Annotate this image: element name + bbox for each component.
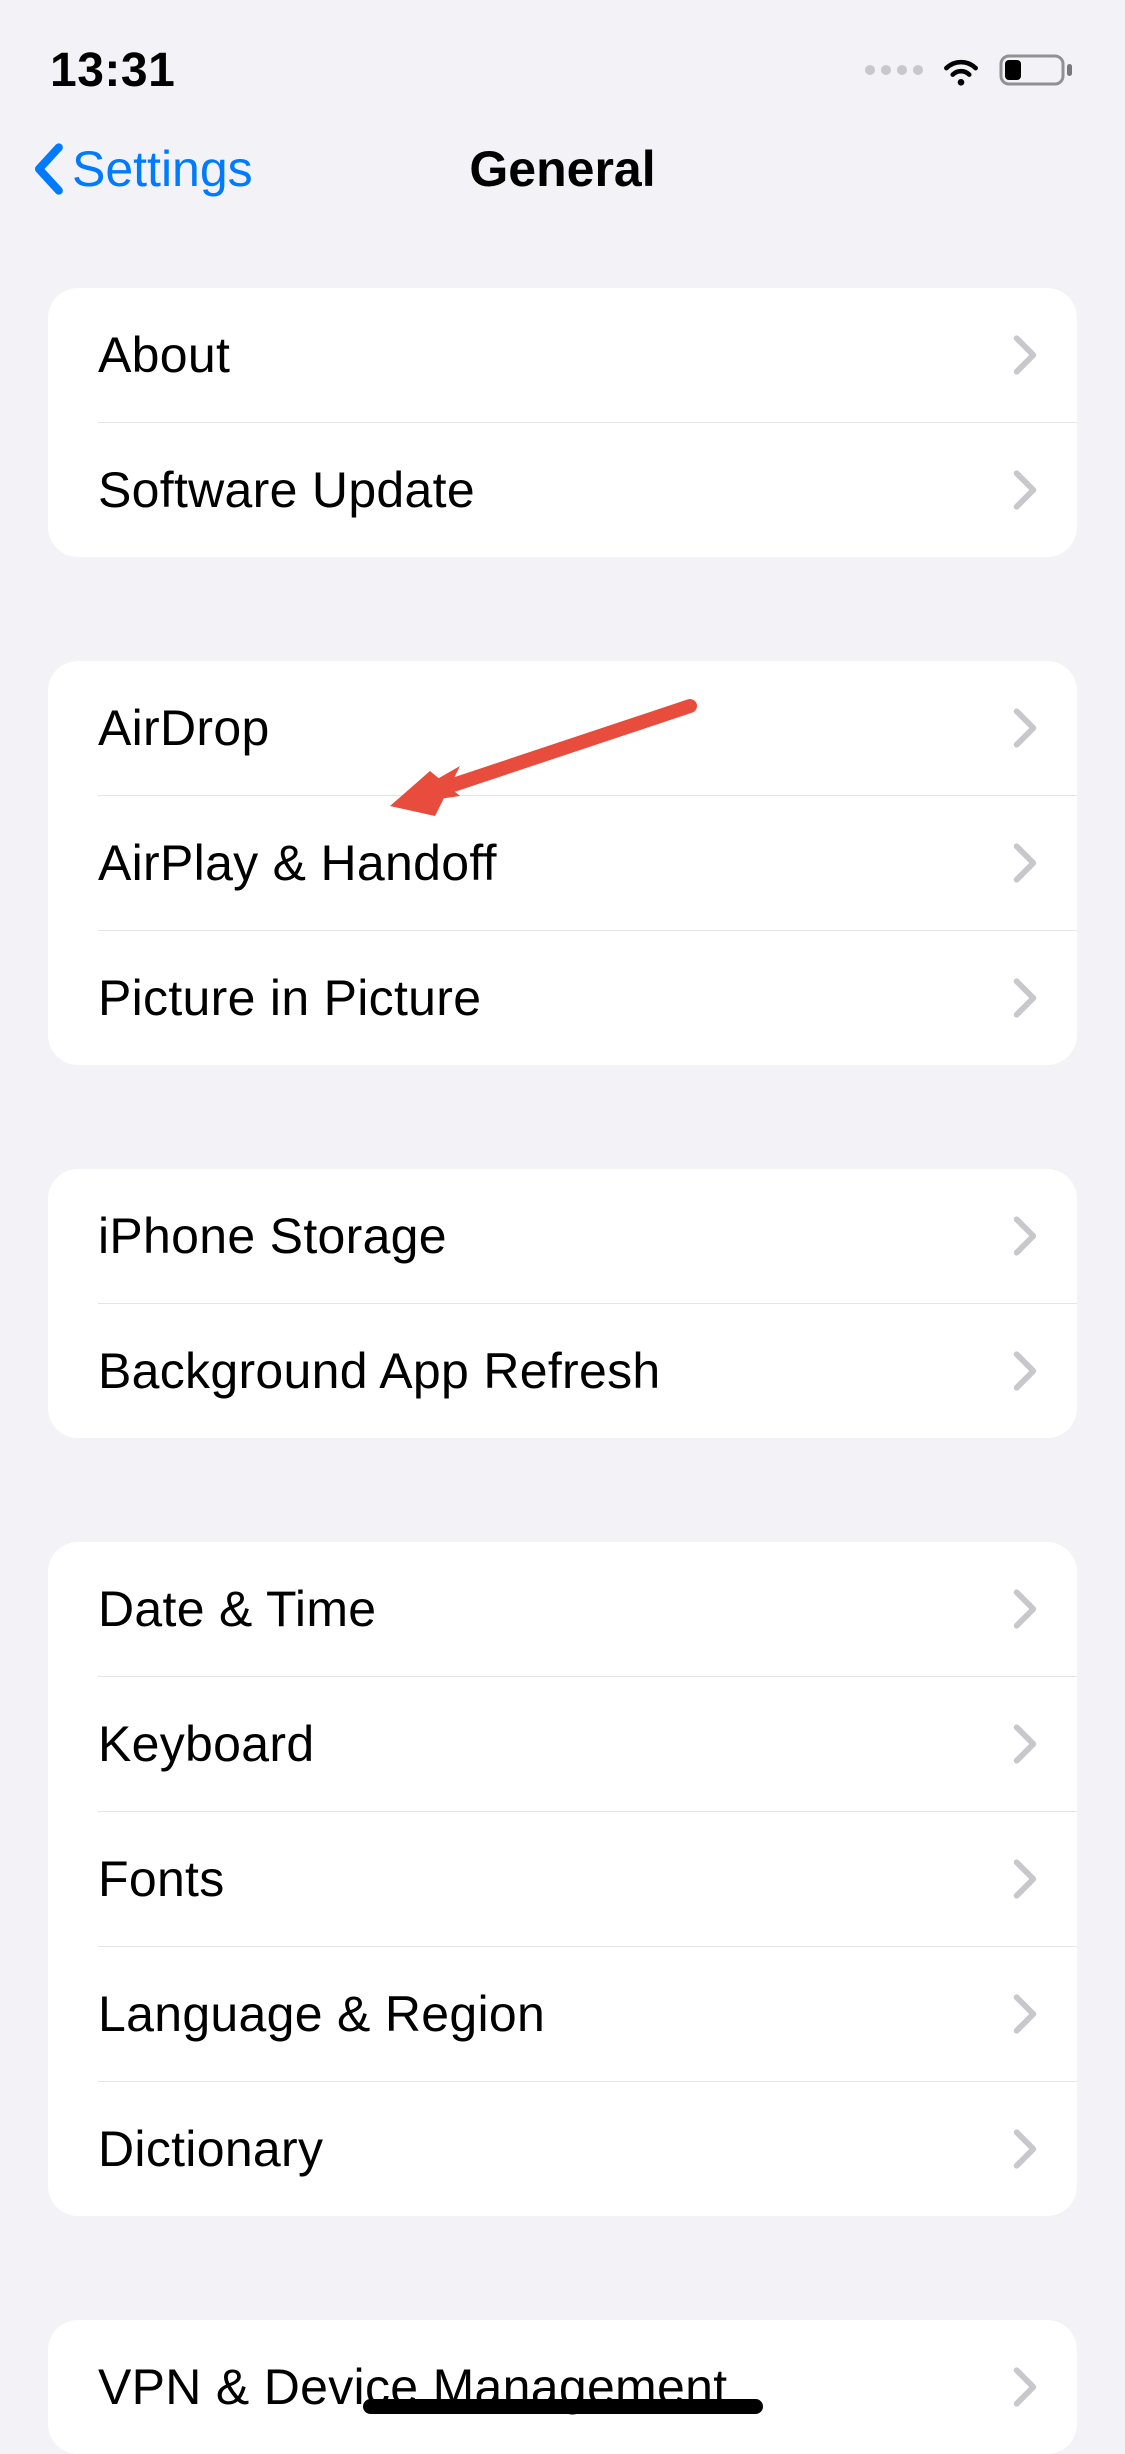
- nav-bar: Settings General: [0, 120, 1125, 238]
- row-iphone-storage[interactable]: iPhone Storage: [48, 1169, 1077, 1303]
- back-label: Settings: [72, 140, 253, 198]
- chevron-right-icon: [1013, 2129, 1037, 2169]
- chevron-right-icon: [1013, 708, 1037, 748]
- row-language-region[interactable]: Language & Region: [48, 1947, 1077, 2081]
- settings-group: About Software Update: [48, 288, 1077, 557]
- chevron-right-icon: [1013, 1994, 1037, 2034]
- row-label: Software Update: [98, 461, 475, 519]
- chevron-right-icon: [1013, 843, 1037, 883]
- status-icons: [865, 48, 1075, 92]
- settings-group: AirDrop AirPlay & Handoff Picture in Pictu…: [48, 661, 1077, 1065]
- row-label: AirPlay & Handoff: [98, 834, 497, 892]
- row-label: Keyboard: [98, 1715, 314, 1773]
- settings-group: VPN & Device Management: [48, 2320, 1077, 2454]
- chevron-right-icon: [1013, 1724, 1037, 1764]
- row-label: iPhone Storage: [98, 1207, 447, 1265]
- row-label: Language & Region: [98, 1985, 545, 2043]
- row-keyboard[interactable]: Keyboard: [48, 1677, 1077, 1811]
- row-label: About: [98, 326, 230, 384]
- status-time: 13:31: [50, 43, 175, 98]
- row-vpn-device-management[interactable]: VPN & Device Management: [48, 2320, 1077, 2454]
- row-label: Fonts: [98, 1850, 225, 1908]
- row-software-update[interactable]: Software Update: [48, 423, 1077, 557]
- row-background-app-refresh[interactable]: Background App Refresh: [48, 1304, 1077, 1438]
- row-airplay-handoff[interactable]: AirPlay & Handoff: [48, 796, 1077, 930]
- battery-icon: [999, 50, 1075, 90]
- row-label: Date & Time: [98, 1580, 376, 1638]
- settings-group: iPhone Storage Background App Refresh: [48, 1169, 1077, 1438]
- row-label: Background App Refresh: [98, 1342, 661, 1400]
- row-label: Dictionary: [98, 2120, 323, 2178]
- row-about[interactable]: About: [48, 288, 1077, 422]
- chevron-right-icon: [1013, 335, 1037, 375]
- chevron-right-icon: [1013, 1216, 1037, 1256]
- chevron-right-icon: [1013, 2367, 1037, 2407]
- chevron-left-icon: [30, 142, 66, 196]
- status-bar: 13:31: [0, 0, 1125, 120]
- chevron-right-icon: [1013, 978, 1037, 1018]
- settings-container: About Software Update AirDrop AirPlay & Han…: [0, 238, 1125, 2454]
- chevron-right-icon: [1013, 1589, 1037, 1629]
- page-title: General: [469, 140, 655, 198]
- back-button[interactable]: Settings: [30, 140, 253, 198]
- chevron-right-icon: [1013, 1351, 1037, 1391]
- row-picture-in-picture[interactable]: Picture in Picture: [48, 931, 1077, 1065]
- chevron-right-icon: [1013, 1859, 1037, 1899]
- wifi-icon: [939, 48, 983, 92]
- cellular-signal-icon: [865, 65, 923, 75]
- row-date-time[interactable]: Date & Time: [48, 1542, 1077, 1676]
- row-label: AirDrop: [98, 699, 270, 757]
- row-fonts[interactable]: Fonts: [48, 1812, 1077, 1946]
- row-label: Picture in Picture: [98, 969, 481, 1027]
- settings-group: Date & Time Keyboard Fonts Language & Regio…: [48, 1542, 1077, 2216]
- row-dictionary[interactable]: Dictionary: [48, 2082, 1077, 2216]
- row-airdrop[interactable]: AirDrop: [48, 661, 1077, 795]
- chevron-right-icon: [1013, 470, 1037, 510]
- home-indicator[interactable]: [363, 2399, 763, 2414]
